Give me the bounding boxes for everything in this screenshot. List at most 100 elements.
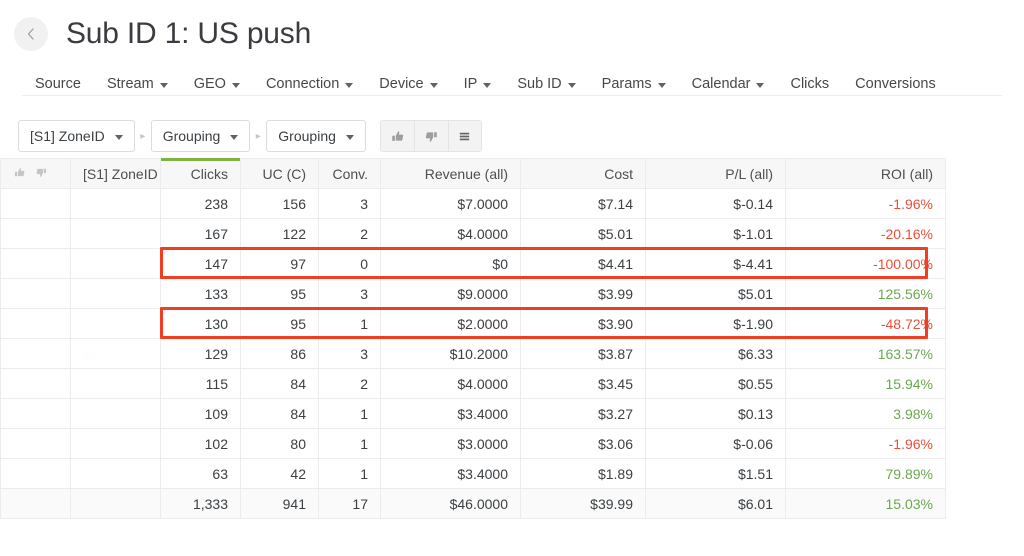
cell-roi: 15.94% bbox=[785, 368, 946, 399]
row-vote-cell[interactable] bbox=[0, 368, 71, 399]
table-total-row: 1,333 941 17 $46.0000 $39.99 $6.01 15.03% bbox=[0, 488, 946, 519]
cell-uc: 122 bbox=[240, 218, 319, 249]
cell-pl: $-4.41 bbox=[645, 248, 786, 279]
grouping-select-zoneid[interactable]: [S1] ZoneID bbox=[18, 120, 135, 152]
cell-zoneid bbox=[70, 458, 161, 489]
table-row: 115 84 2 $4.0000 $3.45 $0.55 15.94% bbox=[0, 368, 946, 399]
chevron-down-icon bbox=[345, 134, 354, 140]
cell-cost: $3.99 bbox=[520, 278, 646, 309]
thumbs-down-icon[interactable] bbox=[35, 166, 48, 182]
column-header-cost[interactable]: Cost bbox=[520, 158, 646, 189]
cell-cost: $3.87 bbox=[520, 338, 646, 369]
nav-item-connection[interactable]: Connection bbox=[253, 70, 366, 98]
cell-uc: 156 bbox=[240, 188, 319, 219]
thumbs-up-button[interactable] bbox=[379, 120, 414, 152]
cell-cost: $4.41 bbox=[520, 248, 646, 279]
cell-rev: $7.0000 bbox=[380, 188, 521, 219]
table-row: ··· 129 86 3 $10.2000 $3.87 $6.33 163.57% bbox=[0, 338, 946, 369]
cell-clicks: 63 bbox=[160, 458, 241, 489]
cell-clicks: 238 bbox=[160, 188, 241, 219]
cell-pl: $6.01 bbox=[645, 488, 786, 519]
cell-clicks: 167 bbox=[160, 218, 241, 249]
cell-conv: 0 bbox=[318, 248, 381, 279]
cell-zoneid bbox=[70, 188, 161, 219]
cell-rev: $2.0000 bbox=[380, 308, 521, 339]
cell-uc: 86 bbox=[240, 338, 319, 369]
row-vote-cell[interactable] bbox=[0, 458, 71, 489]
column-header-uc[interactable]: UC (C) bbox=[240, 158, 319, 189]
thumbs-up-icon bbox=[390, 129, 405, 144]
grouping-toolbar: [S1] ZoneID ▸ Grouping ▸ Grouping bbox=[0, 104, 1024, 154]
nav-item-ip[interactable]: IP bbox=[451, 70, 505, 98]
column-header-conv[interactable]: Conv. bbox=[318, 158, 381, 189]
cell-zoneid bbox=[70, 218, 161, 249]
row-menu-button[interactable] bbox=[447, 120, 482, 152]
nav-label: Conversions bbox=[855, 76, 936, 92]
nav-label: Params bbox=[601, 76, 652, 92]
page-root: Sub ID 1: US push Source Stream GEO Conn… bbox=[0, 0, 1024, 556]
column-header-pl[interactable]: P/L (all) bbox=[645, 158, 786, 189]
toolbar-icon-group bbox=[379, 120, 482, 152]
cell-clicks: 130 bbox=[160, 308, 241, 339]
nav-label: Device bbox=[379, 76, 424, 92]
column-header-vote[interactable] bbox=[0, 158, 71, 189]
cell-zoneid bbox=[70, 248, 161, 279]
row-vote-cell[interactable] bbox=[0, 488, 71, 519]
grouping-select-label: Grouping bbox=[278, 128, 336, 144]
chevron-down-icon bbox=[230, 134, 239, 140]
cell-conv: 3 bbox=[318, 188, 381, 219]
column-header-roi[interactable]: ROI (all) bbox=[785, 158, 946, 189]
nav-item-clicks[interactable]: Clicks bbox=[777, 70, 842, 98]
chevron-down-icon bbox=[567, 82, 576, 88]
cell-roi: -1.96% bbox=[785, 428, 946, 459]
cell-uc: 80 bbox=[240, 428, 319, 459]
cell-uc: 95 bbox=[240, 308, 319, 339]
row-vote-cell[interactable] bbox=[0, 428, 71, 459]
thumbs-up-icon[interactable] bbox=[13, 166, 26, 182]
cell-cost: $1.89 bbox=[520, 458, 646, 489]
row-vote-cell[interactable] bbox=[0, 398, 71, 429]
column-header-zoneid[interactable]: [S1] ZoneID bbox=[70, 158, 161, 189]
cell-clicks: 147 bbox=[160, 248, 241, 279]
zoneid-value: · bbox=[83, 287, 88, 302]
cell-roi: -48.72% bbox=[785, 308, 946, 339]
cell-pl: $-0.14 bbox=[645, 188, 786, 219]
nav-item-source[interactable]: Source bbox=[22, 70, 94, 98]
grouping-select-3[interactable]: Grouping bbox=[266, 120, 366, 152]
cell-cost: $5.01 bbox=[520, 218, 646, 249]
chevron-down-icon bbox=[231, 82, 240, 88]
cell-roi: 163.57% bbox=[785, 338, 946, 369]
nav-item-conversions[interactable]: Conversions bbox=[842, 70, 949, 98]
cell-conv: 1 bbox=[318, 308, 381, 339]
table-row: · 133 95 3 $9.0000 $3.99 $5.01 125.56% bbox=[0, 278, 946, 309]
grouping-select-2[interactable]: Grouping bbox=[150, 120, 251, 152]
nav-item-geo[interactable]: GEO bbox=[181, 70, 253, 98]
nav-item-device[interactable]: Device bbox=[366, 70, 450, 98]
nav-item-calendar[interactable]: Calendar bbox=[679, 70, 778, 98]
nav-item-sub-id[interactable]: Sub ID bbox=[504, 70, 588, 98]
row-vote-cell[interactable] bbox=[0, 188, 71, 219]
nav-item-stream[interactable]: Stream bbox=[94, 70, 181, 98]
back-button[interactable] bbox=[14, 17, 48, 51]
cell-roi: -1.96% bbox=[785, 188, 946, 219]
cell-rev: $46.0000 bbox=[380, 488, 521, 519]
row-vote-cell[interactable] bbox=[0, 338, 71, 369]
column-header-revenue[interactable]: Revenue (all) bbox=[380, 158, 521, 189]
column-header-clicks[interactable]: Clicks bbox=[160, 158, 241, 189]
row-vote-cell[interactable] bbox=[0, 308, 71, 339]
thumbs-down-button[interactable] bbox=[413, 120, 448, 152]
row-vote-cell[interactable] bbox=[0, 248, 71, 279]
row-vote-cell[interactable] bbox=[0, 278, 71, 309]
cell-cost: $7.14 bbox=[520, 188, 646, 219]
chevron-down-icon bbox=[756, 82, 765, 88]
row-vote-cell[interactable] bbox=[0, 218, 71, 249]
cell-pl: $0.13 bbox=[645, 398, 786, 429]
chevron-down-icon bbox=[483, 82, 492, 88]
table-row: 102 80 1 $3.0000 $3.06 $-0.06 -1.96% bbox=[0, 428, 946, 459]
table-header-row: [S1] ZoneID Clicks UC (C) Conv. Revenue … bbox=[0, 158, 946, 189]
nav-label: GEO bbox=[193, 76, 226, 92]
cell-clicks: 1,333 bbox=[160, 488, 241, 519]
cell-pl: $-1.01 bbox=[645, 218, 786, 249]
cell-conv: 3 bbox=[318, 338, 381, 369]
nav-item-params[interactable]: Params bbox=[589, 70, 679, 98]
